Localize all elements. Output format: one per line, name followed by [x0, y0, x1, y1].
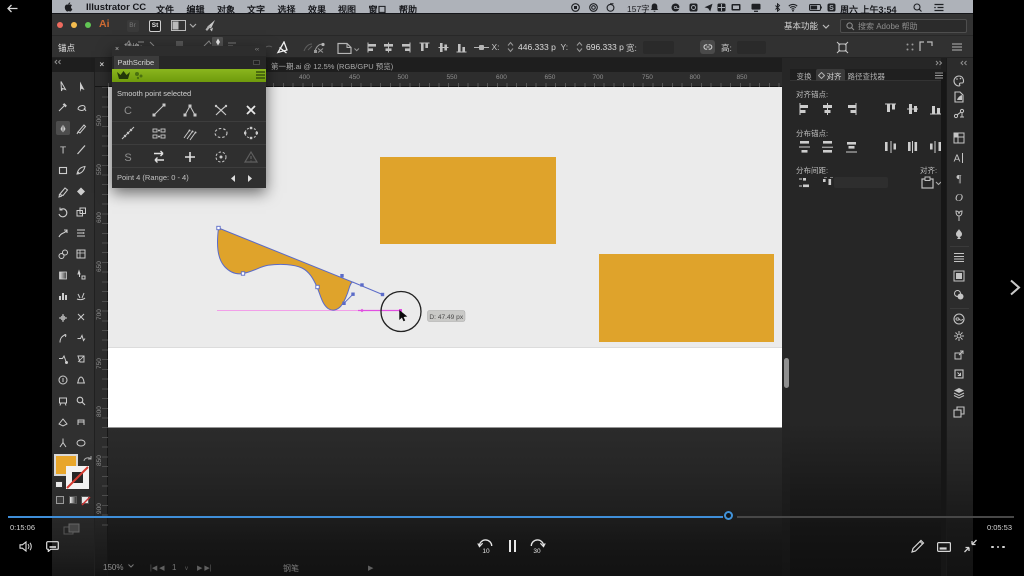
- svg-text:10: 10: [482, 548, 490, 554]
- svg-text:D: 47.49 px: D: 47.49 px: [429, 314, 463, 321]
- svg-text:T: T: [60, 145, 66, 156]
- svg-text:S: S: [829, 5, 834, 12]
- svg-text:A: A: [954, 154, 961, 165]
- svg-text:C: C: [124, 105, 132, 117]
- svg-text:¶: ¶: [957, 173, 962, 184]
- svg-text:S: S: [124, 152, 131, 164]
- svg-text:30: 30: [533, 548, 541, 554]
- svg-text:O: O: [955, 192, 963, 203]
